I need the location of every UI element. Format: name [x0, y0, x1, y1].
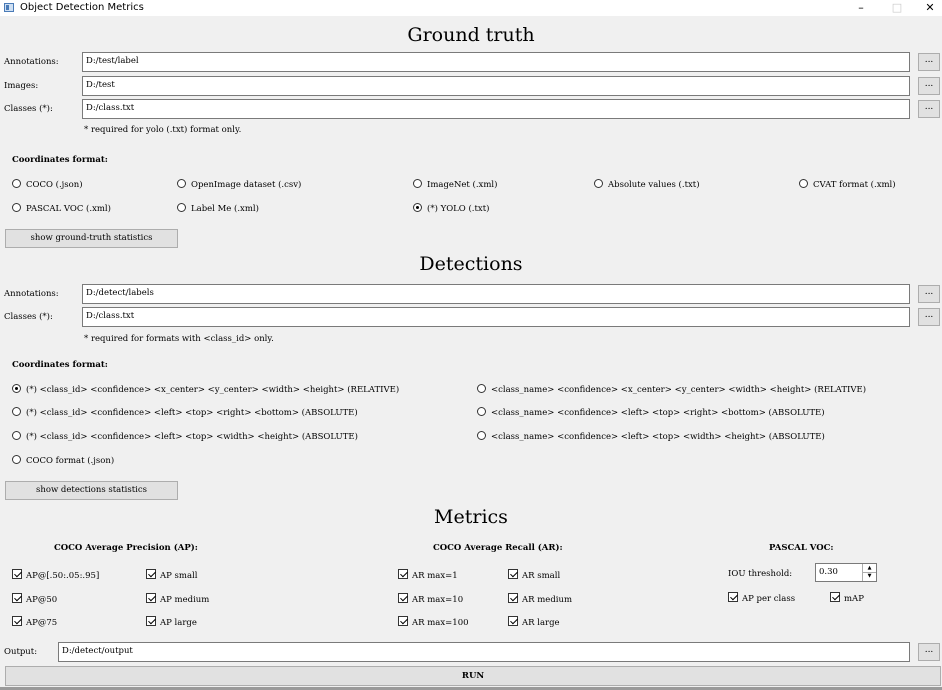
ar-small-checkbox[interactable]: AR small: [508, 569, 560, 581]
radio-icon: [12, 203, 21, 212]
checkbox-checked-icon: [398, 616, 408, 626]
window-title: Object Detection Metrics: [20, 2, 144, 13]
ar-max1-checkbox[interactable]: AR max=1: [398, 569, 458, 581]
show-ground-truth-statistics-button[interactable]: show ground-truth statistics: [5, 229, 178, 248]
iou-threshold-value: 0.30: [819, 567, 838, 577]
gt-images-label: Images:: [4, 81, 39, 91]
pascal-voc-label: PASCAL VOC:: [769, 543, 834, 553]
gt-format-openimage[interactable]: OpenImage dataset (.csv): [177, 179, 301, 191]
output-input[interactable]: D:/detect/output: [58, 642, 910, 662]
coco-ap-label: COCO Average Precision (AP):: [54, 543, 198, 553]
ap-medium-checkbox[interactable]: AP medium: [146, 593, 209, 605]
checkbox-checked-icon: [508, 616, 518, 626]
radio-selected-icon: [413, 203, 422, 212]
det-format-classid-xywh-relative[interactable]: (*) <class_id> <confidence> <x_center> <…: [12, 384, 399, 396]
gt-classes-browse-button[interactable]: ...: [918, 100, 940, 118]
gt-images-input[interactable]: D:/test: [82, 76, 910, 96]
gt-format-pascal-voc[interactable]: PASCAL VOC (.xml): [12, 203, 111, 215]
checkbox-checked-icon: [508, 593, 518, 603]
det-annotations-input[interactable]: D:/detect/labels: [82, 284, 910, 304]
radio-icon: [12, 407, 21, 416]
checkbox-checked-icon: [12, 593, 22, 603]
iou-threshold-label: IOU threshold:: [728, 569, 793, 579]
ar-max10-checkbox[interactable]: AR max=10: [398, 593, 463, 605]
ground-truth-title: Ground truth: [407, 24, 535, 46]
checkbox-checked-icon: [146, 616, 156, 626]
det-format-classid-ltrb-absolute[interactable]: (*) <class_id> <confidence> <left> <top>…: [12, 407, 358, 419]
det-classes-browse-button[interactable]: ...: [918, 308, 940, 326]
det-format-classname-ltrb-absolute[interactable]: <class_name> <confidence> <left> <top> <…: [477, 407, 825, 419]
gt-images-browse-button[interactable]: ...: [918, 77, 940, 95]
ap-50-checkbox[interactable]: AP@50: [12, 593, 57, 605]
radio-selected-icon: [12, 384, 21, 393]
checkbox-checked-icon: [728, 592, 738, 602]
det-format-classid-ltwh-absolute[interactable]: (*) <class_id> <confidence> <left> <top>…: [12, 431, 358, 443]
show-detections-statistics-button[interactable]: show detections statistics: [5, 481, 178, 500]
ap-small-checkbox[interactable]: AP small: [146, 569, 198, 581]
close-button[interactable]: ✕: [918, 0, 942, 16]
app-icon: [4, 3, 14, 12]
checkbox-checked-icon: [12, 616, 22, 626]
checkbox-checked-icon: [398, 569, 408, 579]
det-annotations-label: Annotations:: [4, 289, 59, 299]
gt-format-imagenet[interactable]: ImageNet (.xml): [413, 179, 497, 191]
det-coordinates-format-label: Coordinates format:: [12, 360, 108, 370]
radio-icon: [177, 203, 186, 212]
gt-classes-input[interactable]: D:/class.txt: [82, 99, 910, 119]
ap-50-95-checkbox[interactable]: AP@[.50:.05:.95]: [12, 569, 99, 581]
radio-icon: [799, 179, 808, 188]
gt-format-labelme[interactable]: Label Me (.xml): [177, 203, 259, 215]
checkbox-checked-icon: [146, 569, 156, 579]
gt-format-cvat[interactable]: CVAT format (.xml): [799, 179, 896, 191]
gt-annotations-label: Annotations:: [4, 57, 59, 67]
output-browse-button[interactable]: ...: [918, 643, 940, 661]
ap-large-checkbox[interactable]: AP large: [146, 616, 197, 628]
checkbox-checked-icon: [398, 593, 408, 603]
det-format-coco[interactable]: COCO format (.json): [12, 455, 114, 467]
gt-coordinates-format-label: Coordinates format:: [12, 155, 108, 165]
det-classes-input[interactable]: D:/class.txt: [82, 307, 910, 327]
gt-classes-label: Classes (*):: [4, 104, 53, 114]
radio-icon: [12, 179, 21, 188]
detections-title: Detections: [419, 253, 523, 275]
radio-icon: [12, 431, 21, 440]
maximize-button[interactable]: □: [882, 0, 912, 16]
radio-icon: [413, 179, 422, 188]
det-annotations-browse-button[interactable]: ...: [918, 285, 940, 303]
checkbox-checked-icon: [12, 569, 22, 579]
run-button[interactable]: RUN: [5, 666, 941, 686]
gt-annotations-input[interactable]: D:/test/label: [82, 52, 910, 72]
gt-required-note: * required for yolo (.txt) format only.: [84, 125, 242, 135]
radio-icon: [594, 179, 603, 188]
ap-per-class-checkbox[interactable]: AP per class: [728, 592, 795, 604]
map-checkbox[interactable]: mAP: [830, 592, 864, 604]
iou-threshold-spinbox[interactable]: 0.30 ▲ ▼: [815, 563, 877, 582]
gt-annotations-browse-button[interactable]: ...: [918, 53, 940, 71]
ar-large-checkbox[interactable]: AR large: [508, 616, 560, 628]
det-classes-label: Classes (*):: [4, 312, 53, 322]
checkbox-checked-icon: [508, 569, 518, 579]
radio-icon: [12, 455, 21, 464]
det-required-note: * required for formats with <class_id> o…: [84, 334, 274, 344]
minimize-button[interactable]: –: [846, 0, 876, 16]
checkbox-checked-icon: [146, 593, 156, 603]
radio-icon: [477, 407, 486, 416]
coco-ar-label: COCO Average Recall (AR):: [433, 543, 563, 553]
ar-medium-checkbox[interactable]: AR medium: [508, 593, 572, 605]
ar-max100-checkbox[interactable]: AR max=100: [398, 616, 469, 628]
checkbox-checked-icon: [830, 592, 840, 602]
metrics-title: Metrics: [434, 506, 508, 528]
radio-icon: [477, 431, 486, 440]
det-format-classname-ltwh-absolute[interactable]: <class_name> <confidence> <left> <top> <…: [477, 431, 825, 443]
gt-format-yolo[interactable]: (*) YOLO (.txt): [413, 203, 489, 215]
radio-icon: [477, 384, 486, 393]
ap-75-checkbox[interactable]: AP@75: [12, 616, 57, 628]
det-format-classname-xywh-relative[interactable]: <class_name> <confidence> <x_center> <y_…: [477, 384, 866, 396]
gt-format-coco[interactable]: COCO (.json): [12, 179, 83, 191]
radio-icon: [177, 179, 186, 188]
spin-down-icon[interactable]: ▼: [863, 572, 876, 580]
gt-format-absolute[interactable]: Absolute values (.txt): [594, 179, 700, 191]
output-label: Output:: [4, 647, 38, 657]
